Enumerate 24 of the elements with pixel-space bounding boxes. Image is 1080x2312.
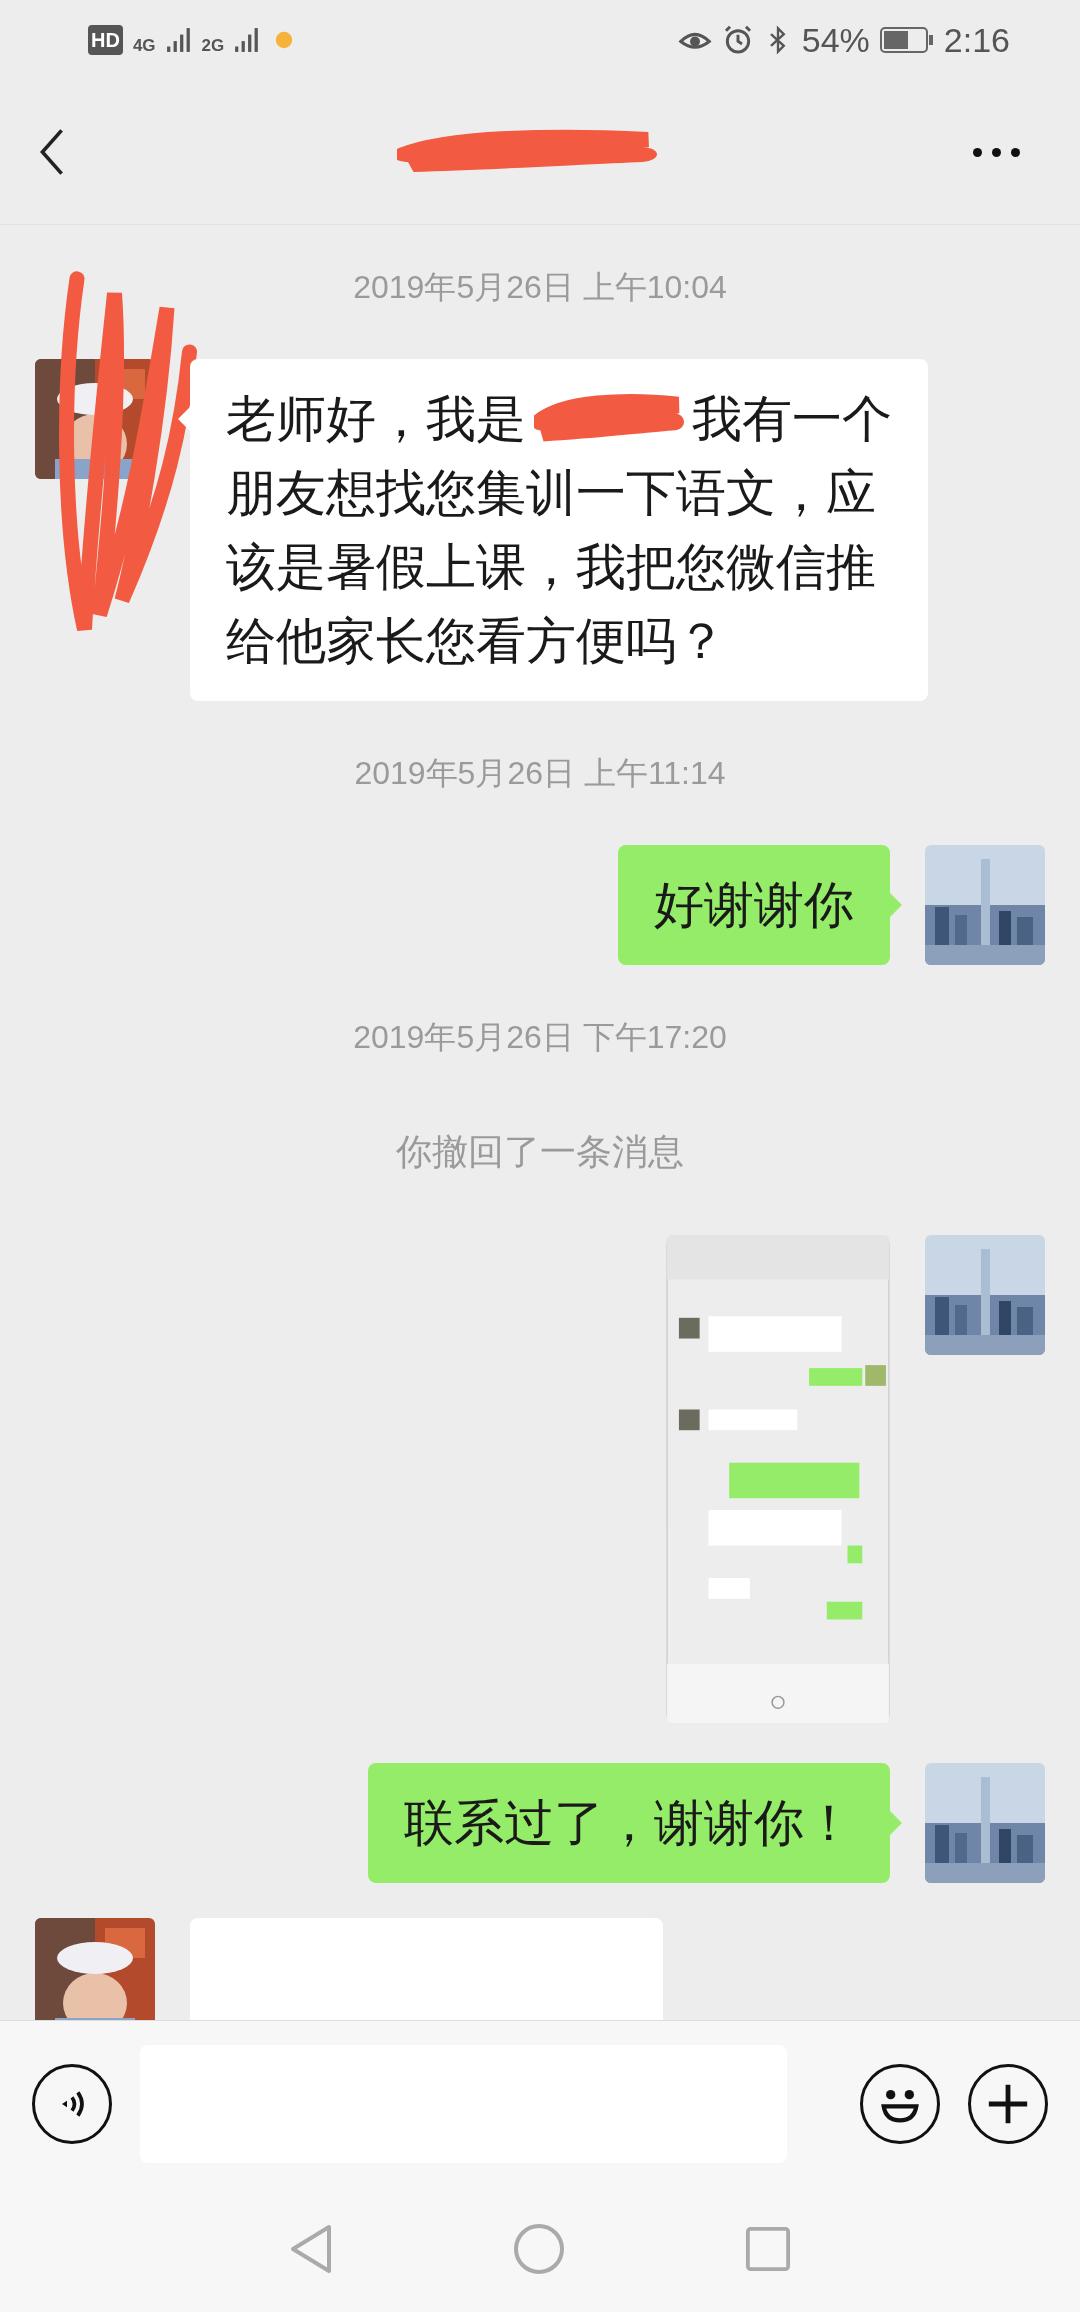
message-text: 朋友想找您集训一下语文，应该是暑假上课，我把您微信推给他家长您看方便吗？ xyxy=(226,464,877,671)
signal-icon xyxy=(165,27,192,53)
plus-button[interactable] xyxy=(968,2064,1048,2144)
timestamp: 2019年5月26日 上午11:14 xyxy=(354,754,726,793)
message-text: 我有一个 xyxy=(692,390,892,449)
message-text: 老师好，我是 xyxy=(226,390,526,449)
message-text: 联系过了，谢谢你！ xyxy=(404,1794,854,1853)
clock-time: 2:16 xyxy=(943,19,1010,61)
signal-icon xyxy=(234,27,261,53)
network-label: 2G xyxy=(201,35,225,58)
circle-icon xyxy=(513,2223,565,2275)
voice-button[interactable] xyxy=(32,2064,112,2144)
square-icon xyxy=(745,2226,791,2272)
timestamp: 2019年5月26日 下午17:20 xyxy=(353,1018,727,1057)
battery-percent: 54% xyxy=(801,19,870,61)
emoji-button[interactable] xyxy=(860,2064,940,2144)
hd-badge: HD xyxy=(88,25,123,55)
network-label: 4G xyxy=(132,35,156,58)
timestamp: 2019年5月26日 上午10:04 xyxy=(353,268,727,307)
back-icon xyxy=(40,128,64,176)
triangle-icon xyxy=(289,2223,333,2275)
message-text: 好谢谢你 xyxy=(654,876,854,935)
recall-notice: 你撤回了一条消息 xyxy=(396,1130,684,1174)
battery-icon xyxy=(879,27,934,53)
